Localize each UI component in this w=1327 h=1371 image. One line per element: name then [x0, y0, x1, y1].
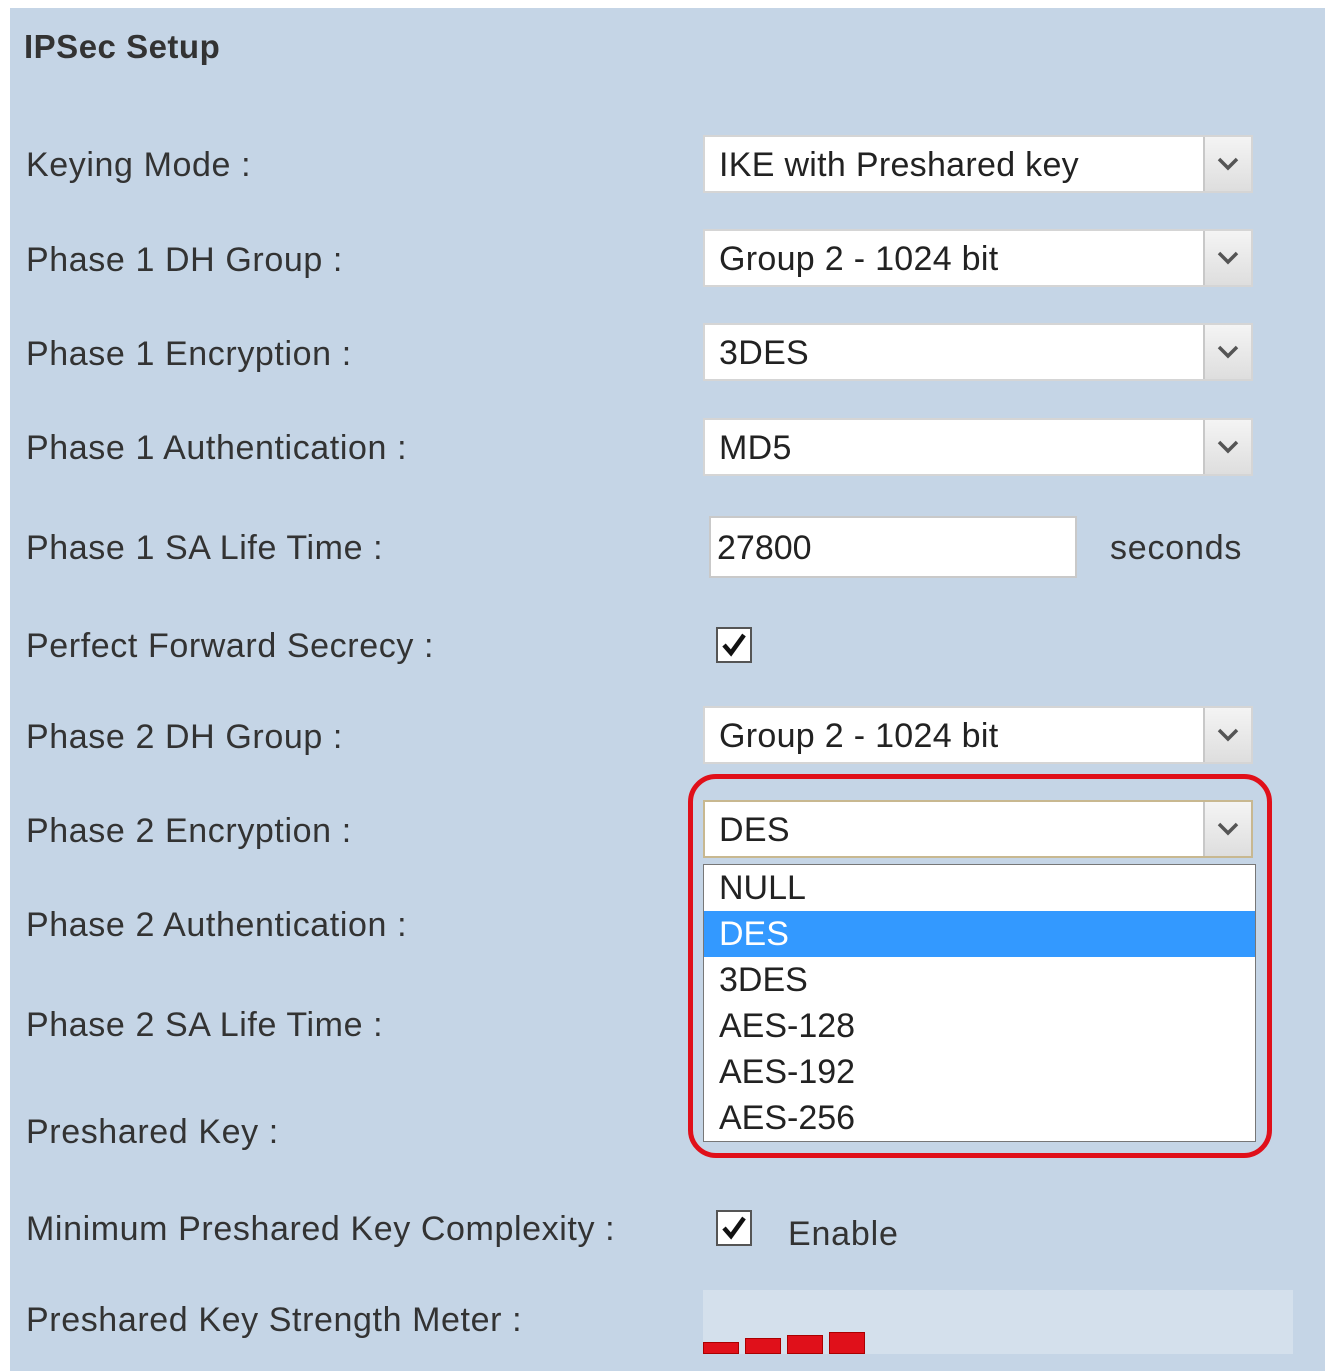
phase1-encryption-label: Phase 1 Encryption : [26, 335, 352, 373]
phase2-encryption-dropdown[interactable]: NULL DES 3DES AES-128 AES-192 AES-256 [703, 864, 1256, 1142]
phase1-sa-life-value: 27800 [717, 529, 812, 567]
phase2-sa-life-label: Phase 2 SA Life Time : [26, 1006, 384, 1044]
strength-meter-segment [703, 1342, 739, 1354]
phase2-authentication-label: Phase 2 Authentication : [26, 906, 408, 944]
seconds-unit-label: seconds [1110, 529, 1243, 567]
phase1-authentication-label: Phase 1 Authentication : [26, 429, 408, 467]
section-title: IPSec Setup [24, 28, 221, 65]
dropdown-option-3des[interactable]: 3DES [704, 957, 1255, 1003]
dropdown-option-des[interactable]: DES [704, 911, 1255, 957]
phase2-encryption-select[interactable]: DES [703, 800, 1253, 858]
phase1-encryption-select[interactable]: 3DES [703, 323, 1253, 381]
phase2-encryption-value: DES [719, 811, 790, 849]
phase1-dh-group-value: Group 2 - 1024 bit [719, 240, 999, 278]
phase1-authentication-value: MD5 [719, 429, 792, 467]
phase1-dh-group-select[interactable]: Group 2 - 1024 bit [703, 229, 1253, 287]
min-key-complexity-label: Minimum Preshared Key Complexity : [26, 1210, 616, 1248]
pfs-label: Perfect Forward Secrecy : [26, 627, 435, 665]
keying-mode-label: Keying Mode : [26, 146, 252, 184]
phase2-dh-group-select[interactable]: Group 2 - 1024 bit [703, 706, 1253, 764]
keying-mode-value: IKE with Preshared key [719, 146, 1079, 184]
phase2-dh-group-label: Phase 2 DH Group : [26, 718, 343, 756]
preshared-key-label: Preshared Key : [26, 1113, 279, 1151]
phase1-sa-life-input[interactable]: 27800 [709, 516, 1077, 578]
phase2-dh-group-value: Group 2 - 1024 bit [719, 717, 999, 755]
phase1-encryption-value: 3DES [719, 334, 810, 372]
dropdown-option-aes-128[interactable]: AES-128 [704, 1003, 1255, 1049]
chevron-down-icon[interactable] [1203, 420, 1251, 474]
strength-meter-label: Preshared Key Strength Meter : [26, 1301, 523, 1339]
strength-meter-segment [829, 1332, 865, 1354]
min-key-complexity-checkbox[interactable] [716, 1210, 752, 1246]
strength-meter-segment [787, 1335, 823, 1354]
chevron-down-icon[interactable] [1203, 802, 1251, 856]
keying-mode-select[interactable]: IKE with Preshared key [703, 135, 1253, 193]
phase2-encryption-label: Phase 2 Encryption : [26, 812, 352, 850]
phase1-authentication-select[interactable]: MD5 [703, 418, 1253, 476]
chevron-down-icon[interactable] [1203, 231, 1251, 285]
chevron-down-icon[interactable] [1203, 708, 1251, 762]
dropdown-option-aes-256[interactable]: AES-256 [704, 1095, 1255, 1141]
pfs-checkbox[interactable] [716, 627, 752, 663]
chevron-down-icon[interactable] [1203, 325, 1251, 379]
phase1-sa-life-label: Phase 1 SA Life Time : [26, 529, 384, 567]
phase1-dh-group-label: Phase 1 DH Group : [26, 241, 343, 279]
strength-meter-segment [745, 1338, 781, 1354]
checkmark-icon [722, 633, 746, 657]
chevron-down-icon[interactable] [1203, 137, 1251, 191]
dropdown-option-aes-192[interactable]: AES-192 [704, 1049, 1255, 1095]
checkmark-icon [722, 1216, 746, 1240]
ipsec-setup-panel [10, 8, 1325, 1371]
enable-label: Enable [788, 1215, 899, 1253]
dropdown-option-null[interactable]: NULL [704, 865, 1255, 911]
